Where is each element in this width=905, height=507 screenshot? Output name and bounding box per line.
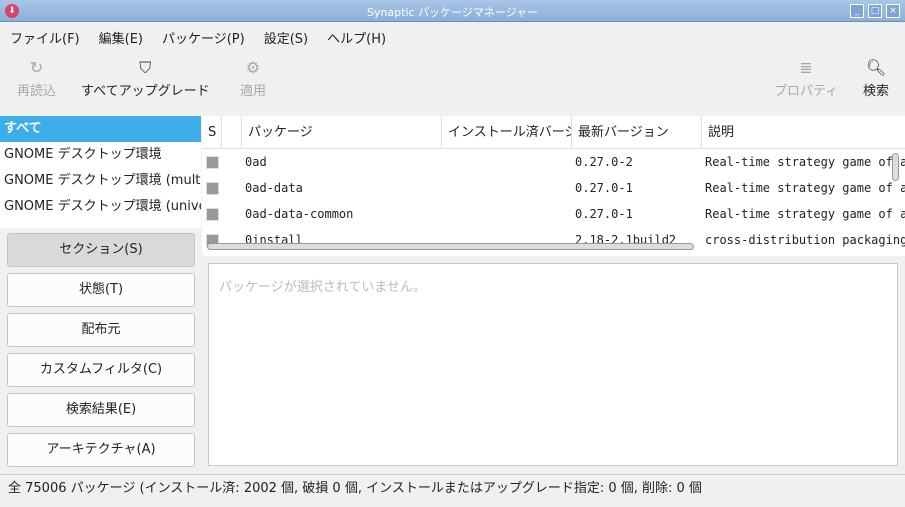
table-row[interactable]: 0ad-data-common 0.27.0-1 Real-time strateg…	[202, 201, 905, 227]
shield-upgrade-icon: ⛉	[139, 58, 152, 77]
search-button[interactable]: 🔍︎ 検索	[863, 58, 889, 99]
menu-file[interactable]: ファイル(F)	[0, 23, 89, 49]
package-checkbox[interactable]	[206, 208, 219, 221]
filter-item[interactable]: GNOME デスクトップ環境	[0, 142, 201, 168]
status-bar: 全 75006 パッケージ (インストール済: 2002 個, 破損 0 個, …	[0, 474, 905, 502]
menu-bar: ファイル(F) 編集(E) パッケージ(P) 設定(S) ヘルプ(H)	[0, 23, 395, 49]
minimize-button[interactable]: _	[850, 4, 864, 18]
search-results-button[interactable]: 検索結果(E)	[7, 393, 195, 427]
package-details: パッケージが選択されていません。	[208, 263, 898, 466]
table-row[interactable]: 0ad-data 0.27.0-1 Real-time strategy game …	[202, 175, 905, 201]
col-status[interactable]: S	[202, 116, 222, 149]
reload-icon: ↻	[29, 58, 44, 77]
close-button[interactable]: ×	[886, 4, 900, 18]
architecture-button[interactable]: アーキテクチャ(A)	[7, 433, 195, 467]
filter-item[interactable]: すべて	[0, 116, 201, 142]
gears-icon: ⚙	[245, 58, 261, 77]
origin-button[interactable]: 配布元	[7, 313, 195, 347]
sections-button[interactable]: セクション(S)	[7, 233, 195, 267]
package-checkbox[interactable]	[206, 182, 219, 195]
vertical-scrollbar[interactable]	[892, 153, 899, 181]
filter-item[interactable]: GNOME デスクトップ環境 (multiverse)	[0, 168, 201, 194]
status-button[interactable]: 状態(T)	[7, 273, 195, 307]
apply-button[interactable]: ⚙ 適用	[240, 58, 266, 99]
col-support[interactable]	[222, 116, 242, 149]
title-bar: ⬇ Synaptic パッケージマネージャー _ □ ×	[0, 0, 905, 22]
horizontal-scrollbar[interactable]	[207, 243, 694, 250]
menu-settings[interactable]: 設定(S)	[254, 23, 317, 49]
menu-edit[interactable]: 編集(E)	[89, 23, 152, 49]
col-description[interactable]: 説明	[702, 116, 905, 149]
package-table: S パッケージ インストール済バージョン 最新バージョン 説明 0ad0.27.…	[202, 116, 905, 256]
col-installed-version[interactable]: インストール済バージョン	[442, 116, 572, 149]
package-checkbox[interactable]	[206, 156, 219, 169]
search-icon: 🔍︎	[865, 58, 887, 77]
properties-button[interactable]: ≣ プロパティ	[774, 58, 838, 99]
menu-package[interactable]: パッケージ(P)	[152, 23, 254, 49]
window-title: Synaptic パッケージマネージャー	[366, 6, 539, 19]
menu-help[interactable]: ヘルプ(H)	[317, 23, 395, 49]
list-icon: ≣	[799, 58, 813, 77]
maximize-button[interactable]: □	[868, 4, 882, 18]
custom-filter-button[interactable]: カスタムフィルタ(C)	[7, 353, 195, 387]
reload-button[interactable]: ↻ 再読込	[17, 58, 56, 99]
filter-item[interactable]: GNOME デスクトップ環境 (universe)	[0, 194, 201, 220]
table-row[interactable]: 0ad0.27.0-2Real-time strategy game of an…	[202, 149, 905, 175]
col-package[interactable]: パッケージ	[242, 116, 442, 149]
col-latest-version[interactable]: 最新バージョン	[572, 116, 702, 149]
filter-list: すべて GNOME デスクトップ環境 GNOME デスクトップ環境 (multi…	[0, 116, 201, 228]
upgrade-all-button[interactable]: ⛉ すべてアップグレード	[81, 58, 210, 99]
